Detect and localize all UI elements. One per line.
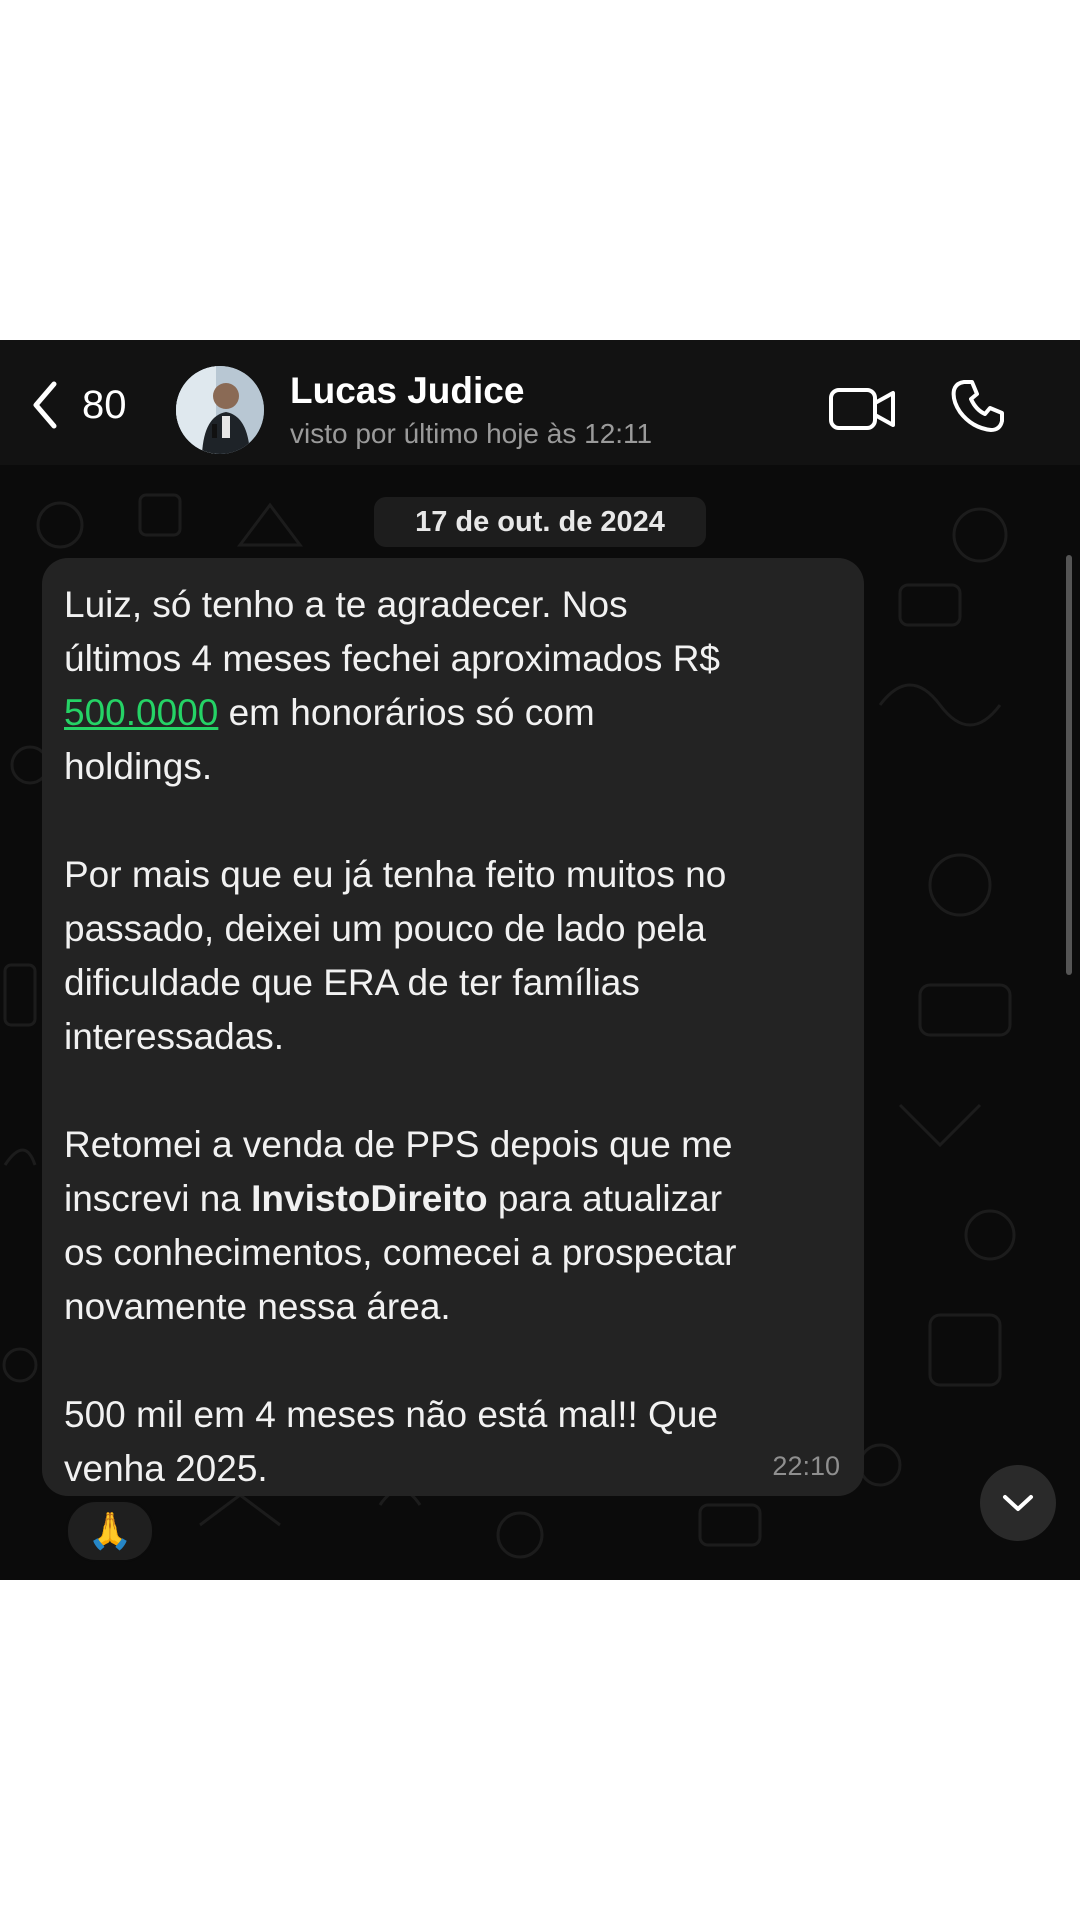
phone-call-icon[interactable] [950,378,1006,434]
chat-screen: 80 Lucas Judice visto por último hoje às… [0,340,1080,1580]
unread-count: 80 [82,382,127,427]
date-separator: 17 de out. de 2024 [374,497,706,547]
brand-name: InvistoDireito [251,1178,488,1219]
message-text: Luiz, só tenho a te agradecer. Nos últim… [64,578,834,1496]
amount-link[interactable]: 500.0000 [64,692,218,733]
avatar-photo [176,366,264,454]
back-button[interactable]: 80 [30,375,127,435]
avatar[interactable] [176,366,264,454]
message-text-part: Luiz, só tenho a te agradecer. Nos últim… [64,584,721,679]
message-timestamp: 22:10 [772,1451,840,1481]
video-call-icon[interactable] [828,385,896,433]
message-reaction[interactable]: 🙏 [66,1500,154,1562]
message-text-part: em honorários só com holdings. Por mais … [64,692,733,1219]
chevron-left-icon [33,381,57,429]
contact-name[interactable]: Lucas Judice [290,370,524,412]
praying-hands-icon: 🙏 [87,1510,133,1551]
scrollbar[interactable] [1066,555,1072,975]
chat-header: 80 Lucas Judice visto por último hoje às… [0,340,1080,465]
message-bubble[interactable]: Luiz, só tenho a te agradecer. Nos últim… [42,558,864,1496]
scroll-to-bottom-button[interactable] [980,1465,1056,1541]
chevron-down-icon [1003,1495,1033,1511]
last-seen-status: visto por último hoje às 12:11 [290,418,653,449]
message-text-part: para atualizar os conhecimentos, comecei… [64,1178,737,1489]
